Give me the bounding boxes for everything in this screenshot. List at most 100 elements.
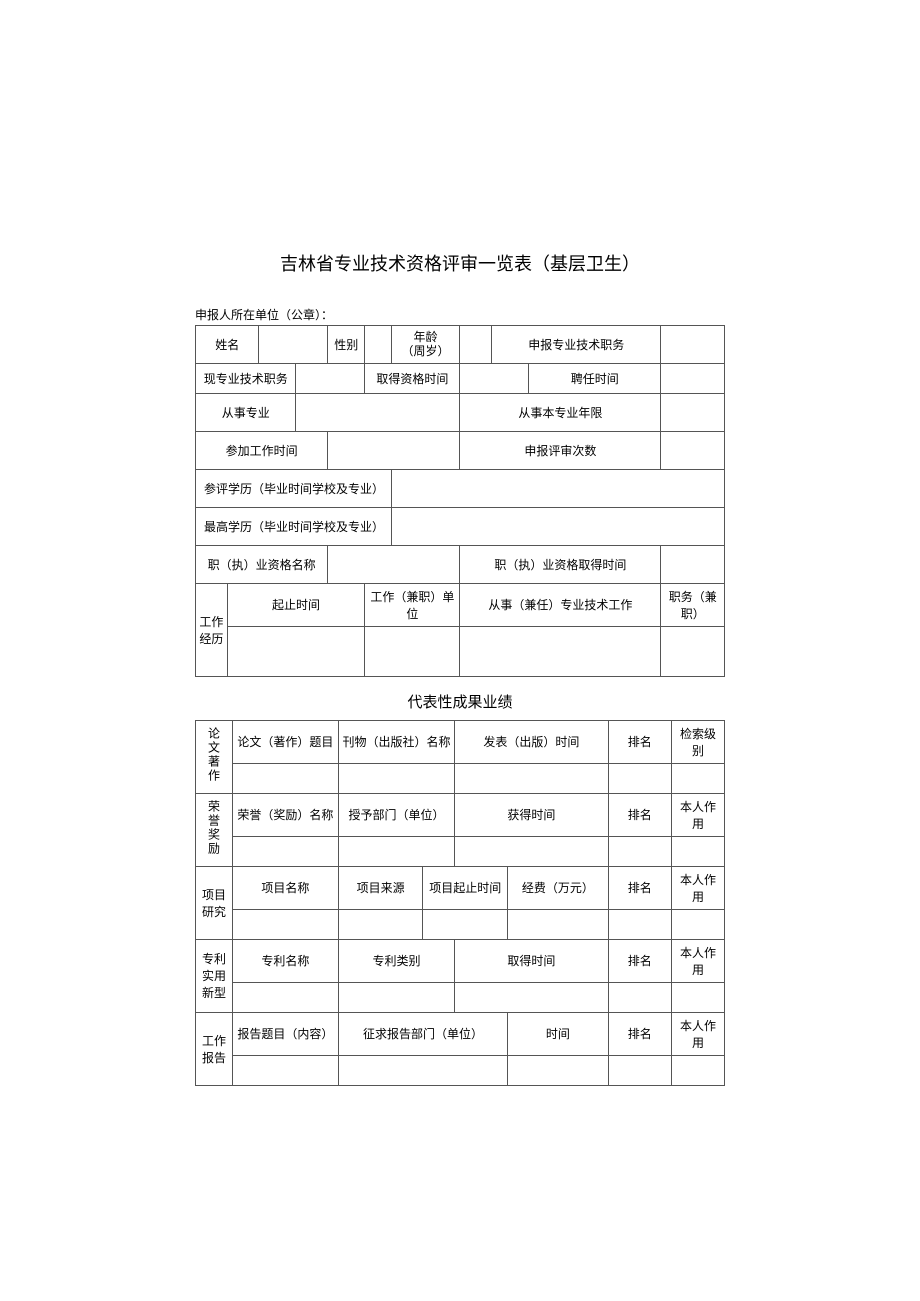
work-history-col1: 起止时间	[227, 583, 365, 626]
current-position-value	[296, 363, 365, 393]
major-value	[296, 393, 460, 431]
projects-val2	[338, 909, 423, 939]
patents-col2: 专利类别	[338, 939, 454, 982]
edu-highest-value	[391, 507, 724, 545]
projects-val4	[508, 909, 609, 939]
papers-val3	[455, 763, 608, 793]
appoint-time-label: 聘任时间	[529, 363, 661, 393]
patents-val1	[233, 982, 339, 1012]
patents-val4	[608, 982, 671, 1012]
papers-val1	[233, 763, 339, 793]
reports-title-text: 工作报告	[202, 1034, 226, 1065]
papers-val4	[608, 763, 671, 793]
qual-obtain-time-value	[661, 545, 725, 583]
papers-col3: 发表（出版）时间	[455, 720, 608, 763]
projects-val3	[423, 909, 508, 939]
reports-title: 工作报告	[196, 1012, 233, 1085]
papers-val2	[338, 763, 454, 793]
age-value	[460, 326, 492, 364]
patents-col5: 本人作用	[672, 939, 725, 982]
header-line: 申报人所在单位（公章）：	[195, 306, 725, 323]
projects-col5: 排名	[608, 866, 671, 909]
papers-title: 论文著作	[196, 720, 233, 793]
age-label: 年龄 （周岁）	[391, 326, 460, 364]
projects-val5	[608, 909, 671, 939]
reports-val2	[338, 1055, 507, 1085]
reports-val1	[233, 1055, 339, 1085]
major-label: 从事专业	[196, 393, 296, 431]
edu-review-value	[391, 469, 724, 507]
honors-val1	[233, 836, 339, 866]
name-value	[259, 326, 328, 364]
projects-col4: 经费（万元）	[508, 866, 609, 909]
papers-val5	[672, 763, 725, 793]
patents-title-text: 专利实用新型	[202, 952, 226, 1000]
papers-title-text: 论文著作	[206, 727, 223, 783]
honors-title: 荣誉奖励	[196, 793, 233, 866]
document-title: 吉林省专业技术资格评审一览表（基层卫生）	[195, 250, 725, 276]
reports-col1: 报告题目（内容）	[233, 1012, 339, 1055]
honors-col4: 排名	[608, 793, 671, 836]
work-history-title-text: 工作经历	[199, 615, 223, 646]
review-count-value	[661, 431, 725, 469]
apply-position-label: 申报专业技术职务	[492, 326, 661, 364]
projects-col1: 项目名称	[233, 866, 339, 909]
appoint-time-value	[661, 363, 725, 393]
work-start-value	[328, 431, 460, 469]
section-header: 代表性成果业绩	[195, 691, 725, 712]
patents-val5	[672, 982, 725, 1012]
work-history-col2: 工作（兼职）单位	[365, 583, 460, 626]
reports-col2: 征求报告部门（单位）	[338, 1012, 507, 1055]
work-history-val2	[365, 626, 460, 676]
honors-title-text: 荣誉奖励	[206, 800, 223, 856]
qual-obtain-time-label: 职（执）业资格取得时间	[460, 545, 661, 583]
projects-title: 项目研究	[196, 866, 233, 939]
papers-col1: 论文（著作）题目	[233, 720, 339, 763]
projects-val6	[672, 909, 725, 939]
name-label: 姓名	[196, 326, 259, 364]
work-history-col3: 从事（兼任）专业技术工作	[460, 583, 661, 626]
reports-col5: 本人作用	[672, 1012, 725, 1055]
patents-col1: 专利名称	[233, 939, 339, 982]
age-label-1: 年龄	[414, 330, 438, 344]
projects-col6: 本人作用	[672, 866, 725, 909]
reports-col3: 时间	[508, 1012, 609, 1055]
reports-val3	[508, 1055, 609, 1085]
gender-value	[365, 326, 391, 364]
papers-col5: 检索级别	[672, 720, 725, 763]
honors-col2: 授予部门（单位）	[338, 793, 454, 836]
gender-label: 性别	[328, 326, 365, 364]
patents-col4: 排名	[608, 939, 671, 982]
work-start-label: 参加工作时间	[196, 431, 328, 469]
work-history-col4: 职务（兼职）	[661, 583, 725, 626]
qual-time-value	[460, 363, 529, 393]
work-history-val3	[460, 626, 661, 676]
qual-name-value	[328, 545, 460, 583]
patents-col3: 取得时间	[455, 939, 608, 982]
work-history-val4	[661, 626, 725, 676]
achievements-table: 论文著作 论文（著作）题目 刊物（出版社）名称 发表（出版）时间 排名 检索级别…	[195, 720, 725, 1086]
honors-val2	[338, 836, 454, 866]
honors-col3: 获得时间	[455, 793, 608, 836]
projects-col3: 项目起止时间	[423, 866, 508, 909]
apply-position-value	[661, 326, 725, 364]
reports-val4	[608, 1055, 671, 1085]
review-count-label: 申报评审次数	[460, 431, 661, 469]
patents-val3	[455, 982, 608, 1012]
honors-col5: 本人作用	[672, 793, 725, 836]
major-years-label: 从事本专业年限	[460, 393, 661, 431]
honors-val5	[672, 836, 725, 866]
projects-col2: 项目来源	[338, 866, 423, 909]
edu-highest-label: 最高学历（毕业时间学校及专业）	[196, 507, 392, 545]
reports-col4: 排名	[608, 1012, 671, 1055]
reports-val5	[672, 1055, 725, 1085]
projects-title-text: 项目研究	[202, 888, 226, 919]
qual-name-label: 职（执）业资格名称	[196, 545, 328, 583]
honors-col1: 荣誉（奖励）名称	[233, 793, 339, 836]
honors-val4	[608, 836, 671, 866]
papers-col4: 排名	[608, 720, 671, 763]
age-label-2: （周岁）	[402, 344, 450, 358]
projects-val1	[233, 909, 339, 939]
edu-review-label: 参评学历（毕业时间学校及专业）	[196, 469, 392, 507]
work-history-val1	[227, 626, 365, 676]
